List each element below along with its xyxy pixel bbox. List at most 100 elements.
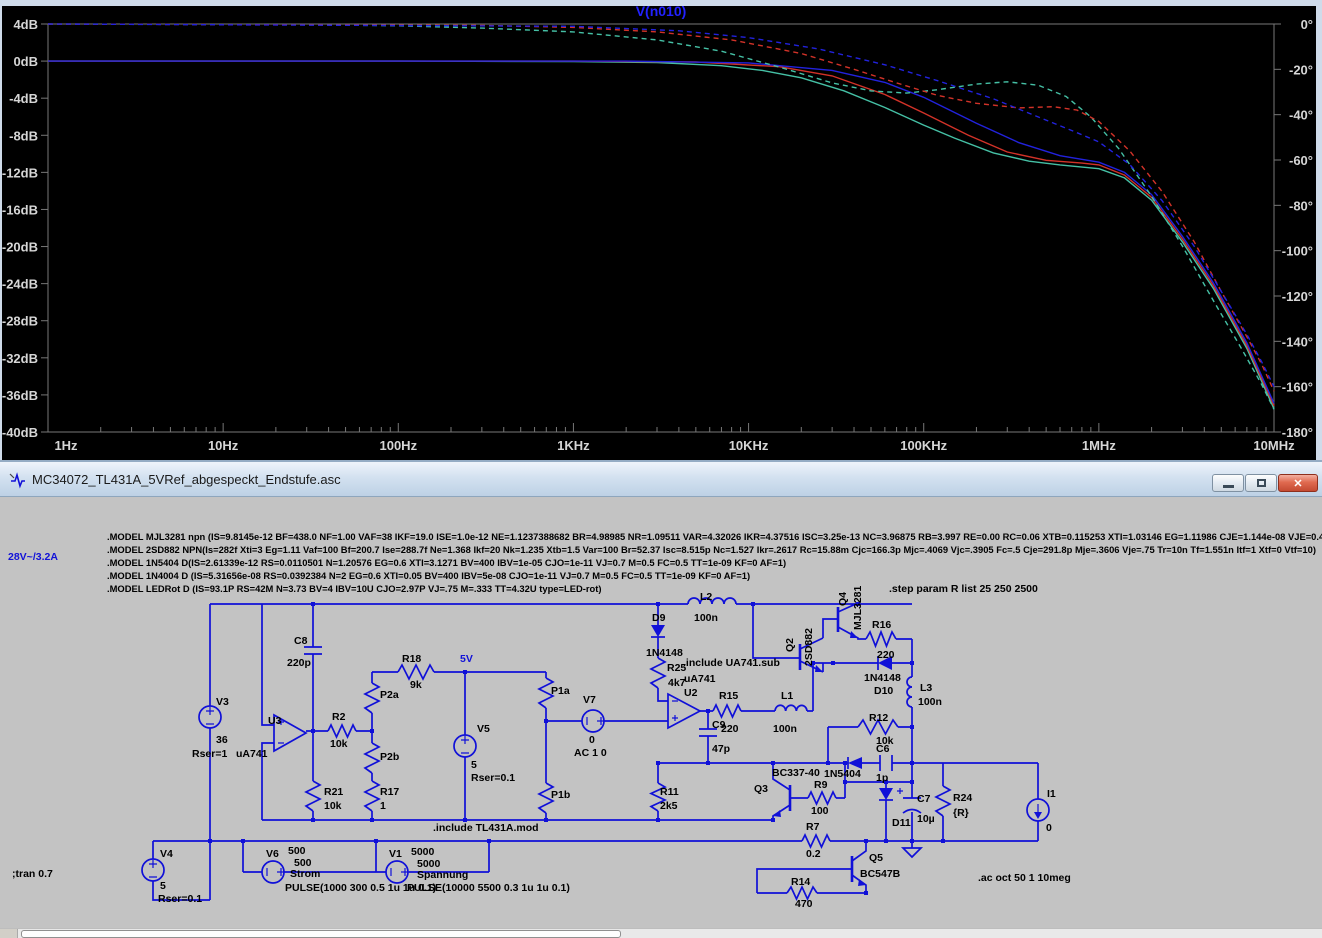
model-line-2: .MODEL 2SD882 NPN(Is=282f Xti=3 Eg=1.11 … [107,544,1316,555]
label-q4: Q4 [837,592,849,606]
directive-tran: ;tran 0.7 [12,868,53,880]
opamp-u2 [668,694,700,728]
label-q3: Q3 [754,783,768,795]
label-v4-rser: Rser=0.1 [158,893,202,905]
label-i1-val: 0 [1046,822,1052,834]
label-p2a: P2a [380,689,399,701]
label-1n5404: 1N5404 [824,768,861,780]
horizontal-scrollbar[interactable] [0,928,1322,938]
label-r18: R18 [402,653,421,665]
svg-text:-24dB: -24dB [2,277,38,292]
label-c6: C6 [876,743,890,755]
label-p1a: P1a [551,685,570,697]
model-line-1: .MODEL MJL3281 npn (IS=9.8145e-12 BF=438… [107,531,1322,542]
label-u3-model: uA741 [236,748,268,760]
svg-text:-20dB: -20dB [2,240,38,255]
model-line-5: .MODEL LEDRot D (IS=93.1P RS=42M N=3.73 … [107,583,601,594]
model-line-3: .MODEL 1N5404 D(IS=2.61339e-12 RS=0.0110… [107,557,786,568]
maximize-button[interactable] [1245,474,1277,492]
ltspice-app: 4dB0dB-4dB-8dB-12dB-16dB-20dB-24dB-28dB-… [0,0,1322,938]
label-c7-val: 10µ [917,813,935,825]
label-c8-val: 220p [287,657,311,669]
label-q2-model: 2SD882 [803,628,815,666]
svg-text:1KHz: 1KHz [557,438,590,453]
svg-text:10Hz: 10Hz [208,438,239,453]
label-v1-name2: Spannung [417,869,468,881]
label-r2-val: 10k [330,738,348,750]
resistors [306,632,950,899]
scrollbar-thumb[interactable] [21,930,621,938]
label-v1: V1 [389,848,402,860]
close-icon: ✕ [1293,477,1302,490]
label-c8: C8 [294,635,308,647]
svg-text:-12dB: -12dB [2,165,38,180]
label-p2b: P2b [380,751,399,763]
label-r17: R17 [380,786,399,798]
svg-text:0°: 0° [1301,17,1313,32]
label-r9-val: 100 [811,805,829,817]
pane-border-top [0,0,1322,6]
label-r15: R15 [719,690,738,702]
label-v5-rser: Rser=0.1 [471,772,515,784]
label-r7-val: 0.2 [806,848,821,860]
label-r11-val: 2k5 [660,800,678,812]
window-title: MC34072_TL431A_5VRef_abgespeckt_Endstufe… [32,472,341,487]
label-q5: Q5 [869,852,883,864]
label-v3-rser: Rser=1 [192,748,227,760]
label-u3: U3 [268,715,282,727]
label-v7: V7 [583,694,596,706]
label-r2: R2 [332,711,346,723]
label-v4-val: 5 [160,880,166,892]
svg-text:-36dB: -36dB [2,388,38,403]
label-r15-val: 220 [721,723,739,735]
label-q2: Q2 [784,638,796,652]
model-line-4: .MODEL 1N4004 D (IS=5.31656e-08 RS=0.039… [107,570,750,581]
pane-border-right [1316,0,1322,460]
label-v4: V4 [160,848,173,860]
label-r24: R24 [953,792,972,804]
label-r7: R7 [806,821,820,833]
close-button[interactable]: ✕ [1278,474,1318,492]
ground-icon [903,848,921,857]
svg-text:-4dB: -4dB [9,91,38,106]
label-r16: R16 [872,619,891,631]
label-l3-val: 100n [918,696,942,708]
svg-text:-120°: -120° [1282,289,1313,304]
label-v5: V5 [477,723,490,735]
window-controls: ✕ [1212,474,1318,492]
svg-text:-8dB: -8dB [9,128,38,143]
label-c6-val: 1p [876,772,888,784]
schematic-window: MC34072_TL431A_5VRef_abgespeckt_Endstufe… [0,460,1322,938]
label-p1b: P1b [551,789,570,801]
svg-text:-140°: -140° [1282,334,1313,349]
label-v6: V6 [266,848,279,860]
label-r24-val: {R} [953,807,969,819]
label-net-5v: 5V [460,653,473,665]
svg-text:-32dB: -32dB [2,351,38,366]
c7-plus-icon [897,788,903,794]
label-d11: D11 [892,817,911,829]
svg-text:-40dB: -40dB [2,425,38,440]
svg-text:0dB: 0dB [13,54,38,69]
label-l2-val: 100n [694,612,718,624]
schematic-canvas[interactable]: .MODEL MJL3281 npn (IS=9.8145e-12 BF=438… [0,497,1322,928]
label-r17-val: 1 [380,800,386,812]
label-c7: C7 [917,793,931,805]
svg-text:100Hz: 100Hz [379,438,417,453]
window-titlebar[interactable]: MC34072_TL431A_5VRef_abgespeckt_Endstufe… [0,460,1322,497]
label-v6-name2: Strom [290,868,320,880]
svg-text:-40°: -40° [1289,108,1313,123]
label-r9: R9 [814,779,828,791]
minimize-button[interactable] [1212,474,1244,492]
svg-text:-60°: -60° [1289,153,1313,168]
svg-text:100KHz: 100KHz [900,438,947,453]
label-u2: U2 [684,687,698,699]
bode-plot[interactable]: 4dB0dB-4dB-8dB-12dB-16dB-20dB-24dB-28dB-… [0,0,1322,460]
svg-text:-16dB: -16dB [2,202,38,217]
label-r11: R11 [660,786,679,798]
label-r18-val: 9k [410,679,422,691]
minimize-icon [1223,485,1234,488]
directive-step: .step param R list 25 250 2500 [889,583,1038,595]
label-r14-val: 470 [795,898,813,910]
label-q3-model: BC337-40 [772,767,820,779]
